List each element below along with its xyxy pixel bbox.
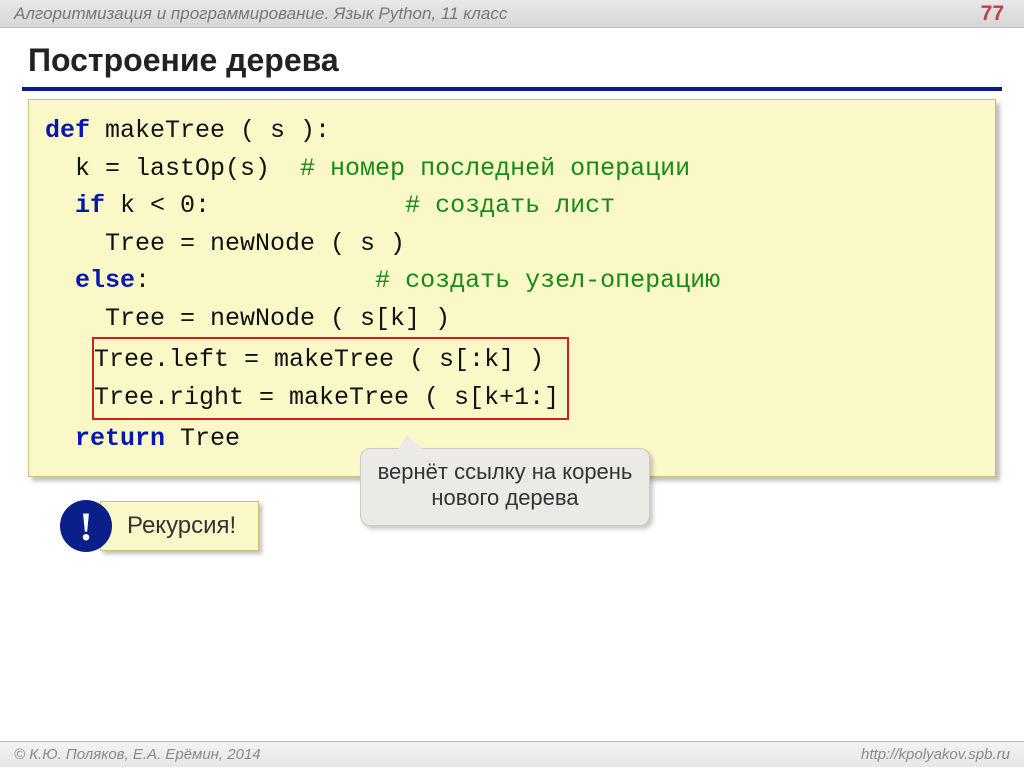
code-line-4: Tree = newNode ( s ) [45,225,979,263]
code-l5a: : [135,266,375,295]
header-bar: Алгоритмизация и программирование. Язык … [0,0,1024,28]
kw-else: else [75,266,135,295]
code-line-8: Tree.right = makeTree ( s[k+1:] [94,379,559,417]
code-line-5: else: # создать узел-операцию [45,262,979,300]
code-l3c: # создать лист [405,191,615,220]
code-fn: makeTree ( s ): [90,116,330,145]
exclamation-icon: ! [60,500,112,552]
footer-right: http://kpolyakov.spb.ru [861,746,1010,763]
recursion-label: Рекурсия! [100,501,259,551]
kw-if: if [75,191,105,220]
code-l5c: # создать узел-операцию [375,266,720,295]
page-number: 77 [981,2,1004,26]
title-rule [22,87,1002,91]
footer-bar: © К.Ю. Поляков, Е.А. Ерёмин, 2014 http:/… [0,741,1024,767]
kw-def: def [45,116,90,145]
code-line-6: Tree = newNode ( s[k] ) [45,300,979,338]
page-title: Построение дерева [0,28,1024,87]
code-line-2: k = lastOp(s) # номер последней операции [45,150,979,188]
code-l2c: # номер последней операции [300,154,690,183]
code-l2a: k = lastOp(s) [45,154,300,183]
code-l9: Tree [165,424,240,453]
kw-return: return [75,424,165,453]
code-line-1: def makeTree ( s ): [45,112,979,150]
code-block: def makeTree ( s ): k = lastOp(s) # номе… [28,99,996,477]
code-line-3: if k < 0: # создать лист [45,187,979,225]
code-line-7: Tree.left = makeTree ( s[:k] ) [94,341,559,379]
code-l3a: k < 0: [105,191,405,220]
footer-left: © К.Ю. Поляков, Е.А. Ерёмин, 2014 [14,746,261,763]
callout-note: вернёт ссылку на корень нового дерева [360,448,650,526]
recursion-note: ! Рекурсия! [60,500,259,552]
header-title: Алгоритмизация и программирование. Язык … [14,4,507,24]
highlight-box: Tree.left = makeTree ( s[:k] ) Tree.righ… [90,337,979,420]
